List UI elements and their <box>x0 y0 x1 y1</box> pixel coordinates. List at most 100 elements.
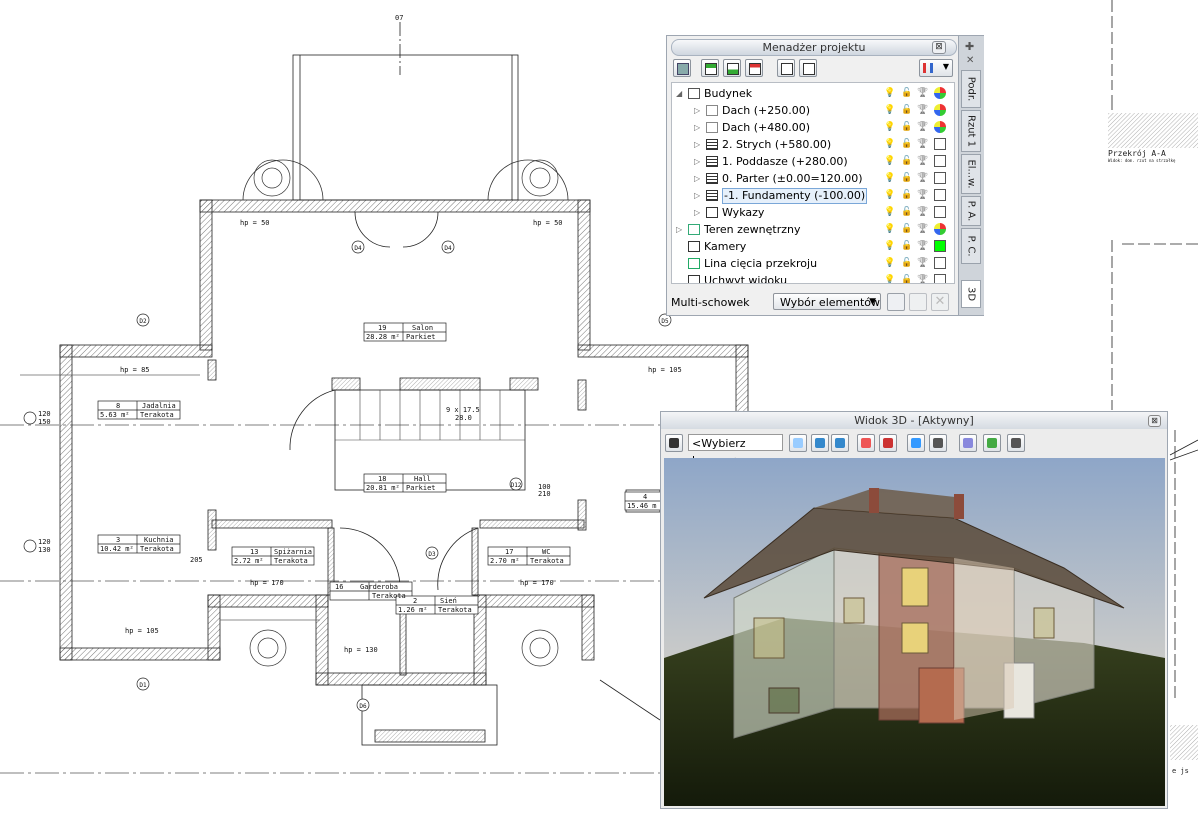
cut-plane-button[interactable] <box>879 434 897 452</box>
add-level-below-button[interactable] <box>723 59 741 77</box>
tree-item-label[interactable]: Budynek <box>704 85 752 102</box>
clear-button[interactable]: ✕ <box>931 293 949 311</box>
expand-arrow-icon[interactable]: ▷ <box>694 102 700 119</box>
remove-level-button[interactable] <box>745 59 763 77</box>
close-icon[interactable]: ✕ <box>966 55 974 66</box>
lock-icon[interactable]: 🔓 <box>901 121 912 134</box>
color-swatch[interactable] <box>934 274 946 283</box>
lock-icon[interactable]: 🔓 <box>901 274 912 283</box>
print-icon[interactable]: 🏆 <box>917 155 928 168</box>
lock-icon[interactable]: 🔓 <box>901 155 912 168</box>
expand-arrow-icon[interactable]: ▷ <box>694 153 700 170</box>
color-swatch[interactable] <box>934 206 946 218</box>
move-down-button[interactable] <box>799 59 817 77</box>
tree-row[interactable]: Lina cięcia przekroju 💡 🔓 🏆 <box>672 255 954 272</box>
color-swatch[interactable] <box>934 257 946 269</box>
tree-item-label[interactable]: Uchwyt widoku <box>704 272 787 283</box>
paste-button[interactable] <box>909 293 927 311</box>
tab-el-w[interactable]: El...w. <box>961 154 981 194</box>
visibility-bulb-icon[interactable]: 💡 <box>884 138 895 151</box>
tab-p-c[interactable]: P. C. <box>961 228 981 264</box>
add-camera-button[interactable] <box>665 434 683 452</box>
print-icon[interactable]: 🏆 <box>917 172 928 185</box>
lock-icon[interactable]: 🔓 <box>901 223 912 236</box>
axonometric-button[interactable] <box>831 434 849 452</box>
visibility-bulb-icon[interactable]: 💡 <box>884 274 895 283</box>
print-icon[interactable]: 🏆 <box>917 138 928 151</box>
print-icon[interactable]: 🏆 <box>917 104 928 117</box>
visibility-bulb-icon[interactable]: 💡 <box>884 155 895 168</box>
tree-row[interactable]: ▷ Dach (+250.00) 💡 🔓 🏆 <box>672 102 954 119</box>
tree-item-label[interactable]: Dach (+480.00) <box>722 119 810 136</box>
tree-item-label[interactable]: Wykazy <box>722 204 764 221</box>
expand-arrow-icon[interactable]: ▷ <box>694 187 700 204</box>
project-tree[interactable]: ◢ Budynek 💡 🔓 🏆 ▷ Dach (+250.00) 💡 🔓 🏆 ▷ Dach (+480… <box>671 82 955 284</box>
tree-item-label[interactable]: 0. Parter (±0.00=120.00) <box>722 170 863 187</box>
selection-dropdown[interactable]: Wybór elementów ▼ <box>773 293 881 310</box>
expand-arrow-icon[interactable]: ▷ <box>676 221 682 238</box>
print-icon[interactable]: 🏆 <box>917 240 928 253</box>
tree-row[interactable]: Kamery 💡 🔓 🏆 <box>672 238 954 255</box>
print-icon[interactable]: 🏆 <box>917 274 928 283</box>
pin-icon[interactable]: ✚ <box>965 40 974 53</box>
filter-dropdown-button[interactable]: ▼ <box>919 59 953 77</box>
color-swatch[interactable] <box>934 138 946 150</box>
tree-row[interactable]: Uchwyt widoku 💡 🔓 🏆 <box>672 272 954 283</box>
visibility-bulb-icon[interactable]: 💡 <box>884 240 895 253</box>
copy-button[interactable] <box>887 293 905 311</box>
tab-rzut-1[interactable]: Rzut 1 <box>961 110 981 152</box>
color-swatch[interactable] <box>934 155 946 167</box>
print-icon[interactable]: 🏆 <box>917 223 928 236</box>
project-manager-title-bar[interactable]: Menadżer projektu ⊠ <box>671 39 957 56</box>
tree-row[interactable]: ▷ -1. Fundamenty (-100.00) 💡 🔓 🏆 <box>672 187 954 204</box>
visibility-bulb-icon[interactable]: 💡 <box>884 189 895 202</box>
print-icon[interactable]: 🏆 <box>917 257 928 270</box>
texture-button[interactable] <box>959 434 977 452</box>
color-swatch[interactable] <box>934 121 946 133</box>
lock-icon[interactable]: 🔓 <box>901 87 912 100</box>
visibility-bulb-icon[interactable]: 💡 <box>884 223 895 236</box>
color-swatch[interactable] <box>934 104 946 116</box>
visibility-bulb-icon[interactable]: 💡 <box>884 87 895 100</box>
close-icon[interactable]: ⊠ <box>1148 415 1161 427</box>
camera-settings-button[interactable] <box>789 434 807 452</box>
visibility-bulb-icon[interactable]: 💡 <box>884 172 895 185</box>
lock-icon[interactable]: 🔓 <box>901 257 912 270</box>
export-3d-button[interactable] <box>1007 434 1025 452</box>
expand-arrow-icon[interactable]: ▷ <box>694 204 700 221</box>
tree-row[interactable]: ▷ Dach (+480.00) 💡 🔓 🏆 <box>672 119 954 136</box>
tree-row[interactable]: ▷ 1. Poddasze (+280.00) 💡 🔓 🏆 <box>672 153 954 170</box>
color-swatch[interactable] <box>934 172 946 184</box>
lock-icon[interactable]: 🔓 <box>901 206 912 219</box>
color-swatch[interactable] <box>934 87 946 99</box>
expand-arrow-icon[interactable]: ▷ <box>694 136 700 153</box>
lock-icon[interactable]: 🔓 <box>901 104 912 117</box>
view-3d-title-bar[interactable]: Widok 3D - [Aktywny] ⊠ <box>661 412 1167 429</box>
visibility-bulb-icon[interactable]: 💡 <box>884 257 895 270</box>
tree-row[interactable]: ▷ Teren zewnętrzny 💡 🔓 🏆 <box>672 221 954 238</box>
tree-item-label[interactable]: Kamery <box>704 238 746 255</box>
visibility-bulb-icon[interactable]: 💡 <box>884 121 895 134</box>
lock-icon[interactable]: 🔓 <box>901 138 912 151</box>
tab-podr[interactable]: Podr. <box>961 70 981 108</box>
lock-icon[interactable]: 🔓 <box>901 189 912 202</box>
tree-row[interactable]: ◢ Budynek 💡 🔓 🏆 <box>672 85 954 102</box>
tab-p-a[interactable]: P. A. <box>961 196 981 226</box>
camera-select[interactable]: <Wybierz kamerę> <box>688 434 783 467</box>
lock-icon[interactable]: 🔓 <box>901 172 912 185</box>
color-swatch[interactable] <box>934 223 946 235</box>
settings-button[interactable] <box>983 434 1001 452</box>
close-icon[interactable]: ⊠ <box>932 41 946 54</box>
walk-button[interactable] <box>907 434 925 452</box>
print-icon[interactable]: 🏆 <box>917 206 928 219</box>
print-icon[interactable]: 🏆 <box>917 121 928 134</box>
tree-row[interactable]: ▷ Wykazy 💡 🔓 🏆 <box>672 204 954 221</box>
render-viewport[interactable] <box>664 458 1165 806</box>
tree-item-label[interactable]: Dach (+250.00) <box>722 102 810 119</box>
color-swatch[interactable] <box>934 240 946 252</box>
expand-arrow-icon[interactable]: ◢ <box>676 85 682 102</box>
tree-item-label[interactable]: Teren zewnętrzny <box>704 221 801 238</box>
tree-row[interactable]: ▷ 2. Strych (+580.00) 💡 🔓 🏆 <box>672 136 954 153</box>
tree-item-label[interactable]: -1. Fundamenty (-100.00) <box>722 188 868 204</box>
properties-button[interactable] <box>673 59 691 77</box>
